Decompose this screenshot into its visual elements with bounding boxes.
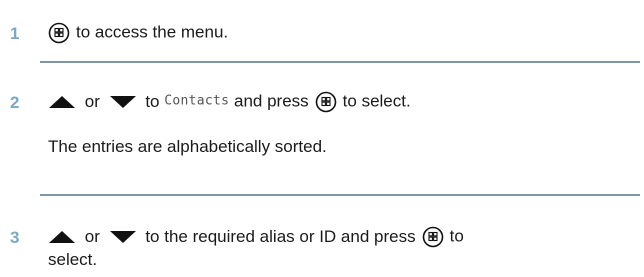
step-text: to access the menu. bbox=[76, 22, 229, 42]
to-text: to bbox=[449, 226, 464, 246]
menu-ok-button-icon bbox=[315, 91, 337, 113]
down-arrow-icon bbox=[109, 95, 137, 109]
step-text: to the required alias or ID and press bbox=[145, 226, 416, 246]
step-1-text: to access the menu. bbox=[48, 21, 640, 44]
step-3-text: or to the required alias or ID and press… bbox=[48, 225, 640, 248]
separator bbox=[40, 194, 640, 196]
or-text: or bbox=[84, 226, 100, 246]
menu-ok-button-icon bbox=[422, 226, 444, 248]
to-select-text: to select. bbox=[342, 91, 411, 111]
menu-ok-button-icon bbox=[48, 22, 70, 44]
step-number: 1 bbox=[10, 24, 20, 43]
step-number: 2 bbox=[10, 93, 20, 112]
step-number: 3 bbox=[10, 228, 20, 247]
or-text: or bbox=[84, 91, 100, 111]
up-arrow-icon bbox=[48, 230, 76, 244]
up-arrow-icon bbox=[48, 95, 76, 109]
step-2-note: The entries are alphabetically sorted. bbox=[48, 137, 327, 156]
and-press-text: and press bbox=[234, 91, 309, 111]
to-text: to bbox=[145, 91, 160, 111]
separator bbox=[40, 61, 640, 63]
menu-item-contacts: Contacts bbox=[164, 93, 230, 109]
step-2-text: or to Contacts and press to select. bbox=[48, 90, 640, 113]
down-arrow-icon bbox=[109, 230, 137, 244]
step-3-wrap: select. bbox=[48, 250, 98, 269]
